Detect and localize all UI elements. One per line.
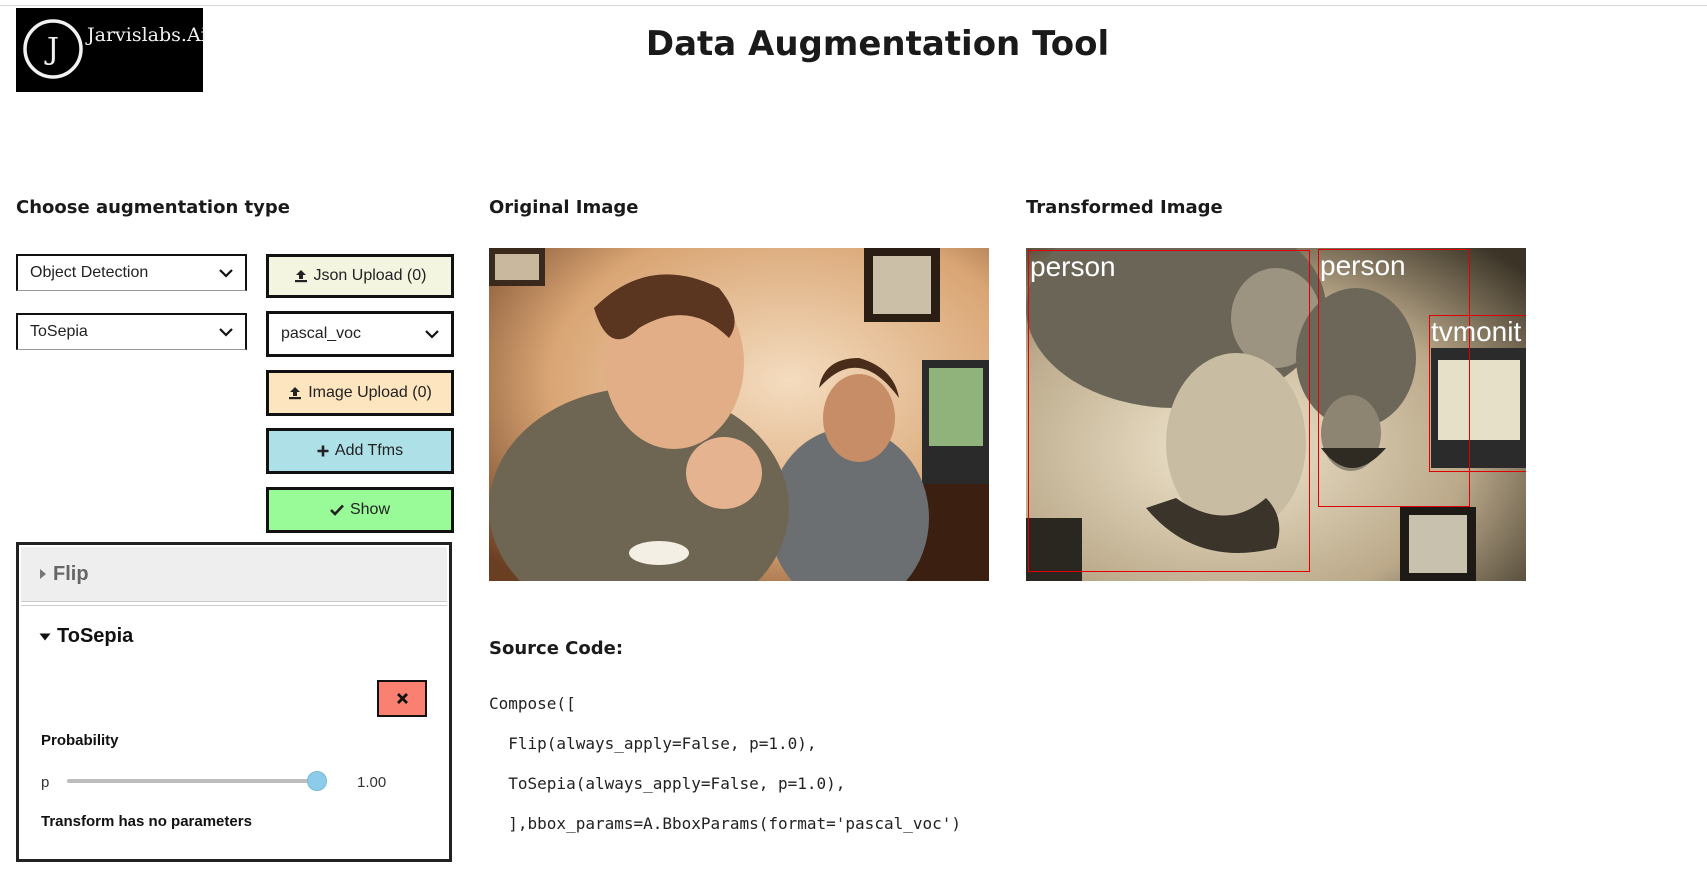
bbox-label: person xyxy=(1320,250,1406,281)
bbox-label: person xyxy=(1030,251,1116,282)
json-upload-label: Json Upload (0) xyxy=(313,267,427,284)
original-photo xyxy=(489,248,989,581)
transform-select[interactable]: ToSepia xyxy=(16,313,247,350)
bbox-label: tvmonit xyxy=(1431,316,1522,347)
top-divider xyxy=(0,5,1707,6)
transformed-image: person person tvmonit xyxy=(1026,248,1526,581)
json-upload-button[interactable]: Json Upload (0) xyxy=(266,254,454,298)
p-slider-label: p xyxy=(41,774,50,791)
p-slider-track[interactable] xyxy=(67,779,317,783)
transform-value: ToSepia xyxy=(30,323,88,340)
chevron-down-icon xyxy=(425,330,439,339)
task-type-select[interactable]: Object Detection xyxy=(16,254,247,291)
plus-icon xyxy=(317,445,329,457)
show-label: Show xyxy=(349,501,391,518)
check-icon xyxy=(330,504,344,516)
show-button[interactable]: Show xyxy=(266,487,454,533)
image-upload-label: Image Upload (0) xyxy=(308,384,432,401)
bbox-tvmonitor: tvmonit xyxy=(1429,315,1526,472)
upload-icon xyxy=(289,387,302,400)
code-line: ],bbox_params=A.BboxParams(format='pasca… xyxy=(489,814,962,833)
page-title: Data Augmentation Tool xyxy=(645,24,1110,64)
upload-icon xyxy=(294,270,307,283)
bbox-format-select[interactable]: pascal_voc xyxy=(266,311,454,357)
code-line: ToSepia(always_apply=False, p=1.0), xyxy=(489,774,846,793)
transforms-accordion: Flip ToSepia Probability p 1.00 Transfor… xyxy=(16,542,452,862)
original-image xyxy=(489,248,989,581)
accordion-item-flip-label: Flip xyxy=(53,562,89,585)
p-slider-value: 1.00 xyxy=(357,774,387,791)
chevron-down-icon xyxy=(219,328,233,337)
add-tfms-label: Add Tfms xyxy=(334,442,404,459)
source-code-block: Compose([ Flip(always_apply=False, p=1.0… xyxy=(489,694,961,854)
accordion-divider xyxy=(21,605,447,606)
remove-transform-button[interactable] xyxy=(377,680,427,717)
bbox-person-1: person xyxy=(1028,250,1310,572)
chevron-down-icon xyxy=(219,269,233,278)
source-code-heading: Source Code: xyxy=(489,638,624,659)
code-line: Compose([ xyxy=(489,694,576,713)
accordion-item-tosepia[interactable]: ToSepia xyxy=(39,625,133,648)
caret-right-icon xyxy=(40,569,46,579)
accordion-item-tosepia-label: ToSepia xyxy=(57,625,134,647)
probability-label: Probability xyxy=(41,732,119,749)
no-parameters-note: Transform has no parameters xyxy=(41,813,252,830)
choose-augmentation-heading: Choose augmentation type xyxy=(16,197,290,218)
bbox-format-value: pascal_voc xyxy=(281,325,362,342)
close-icon xyxy=(396,693,408,704)
transformed-image-heading: Transformed Image xyxy=(1026,197,1223,218)
p-slider-thumb[interactable] xyxy=(307,771,327,791)
code-line: Flip(always_apply=False, p=1.0), xyxy=(489,734,817,753)
image-upload-button[interactable]: Image Upload (0) xyxy=(266,370,454,416)
caret-down-icon xyxy=(39,633,51,640)
task-type-value: Object Detection xyxy=(30,264,149,281)
original-image-heading: Original Image xyxy=(489,197,639,218)
add-tfms-button[interactable]: Add Tfms xyxy=(266,428,454,474)
accordion-item-flip[interactable]: Flip xyxy=(21,547,447,602)
